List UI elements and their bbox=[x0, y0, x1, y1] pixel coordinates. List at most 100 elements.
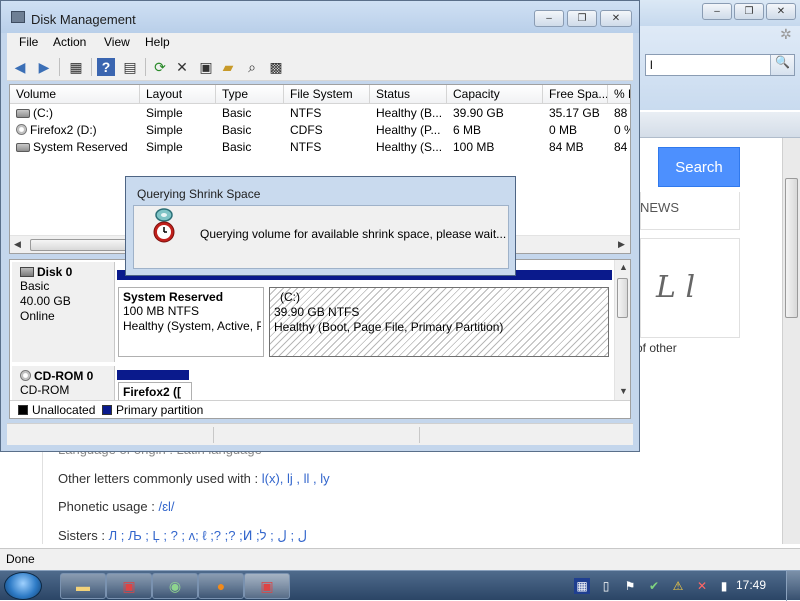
scroll-right-arrow-icon[interactable]: ▶ bbox=[618, 239, 625, 250]
language-icon[interactable]: ▦ bbox=[574, 578, 590, 594]
show-pane-icon[interactable]: ▤ bbox=[121, 58, 139, 76]
volume-name: Firefox2 (D:) bbox=[30, 123, 97, 137]
search-icon[interactable]: 🔍 bbox=[770, 55, 794, 75]
table-row[interactable]: Firefox2 (D:) Simple Basic CDFS Healthy … bbox=[10, 122, 630, 139]
properties-icon[interactable]: ▣ bbox=[197, 58, 215, 76]
toolbar-separator bbox=[145, 58, 146, 76]
cell-status: Healthy (P... bbox=[376, 123, 441, 137]
settings-icon[interactable]: ▩ bbox=[267, 58, 285, 76]
menu-file[interactable]: File bbox=[19, 35, 38, 49]
column-header-volume[interactable]: Volume bbox=[10, 85, 140, 104]
menu-help[interactable]: Help bbox=[145, 35, 170, 49]
taskbar-network-button[interactable]: ◉ bbox=[152, 573, 198, 599]
disk-management-icon bbox=[11, 11, 25, 23]
info-value[interactable]: l(x), lj , ll , ly bbox=[262, 471, 330, 486]
help-icon[interactable]: ? bbox=[97, 58, 115, 76]
document-icon[interactable]: ▯ bbox=[598, 578, 614, 594]
taskbar-explorer-button[interactable]: ▬ bbox=[60, 573, 106, 599]
console-tree-icon[interactable]: ▦ bbox=[67, 58, 85, 76]
partition-c[interactable]: (C:) 39.90 GB NTFS Healthy (Boot, Page F… bbox=[269, 287, 609, 357]
cd-rom-header-bar bbox=[117, 370, 189, 380]
dm-title: Disk Management bbox=[31, 12, 136, 27]
column-header-percent-free[interactable]: % F bbox=[608, 85, 630, 104]
cd-rom-0-label[interactable]: CD-ROM 0 CD-ROM bbox=[12, 366, 115, 402]
delete-icon[interactable]: ✕ bbox=[173, 58, 191, 76]
dm-titlebar[interactable]: Disk Management – ❐ ✕ bbox=[1, 1, 639, 33]
legend-swatch-primary bbox=[102, 405, 112, 415]
scroll-down-arrow-icon[interactable]: ▼ bbox=[619, 386, 628, 396]
info-label: Sisters : bbox=[58, 528, 109, 543]
volume-list-header: Volume Layout Type File System Status Ca… bbox=[10, 85, 630, 104]
loading-icon: ✲ bbox=[780, 26, 792, 42]
dm-minimize-button[interactable]: – bbox=[534, 10, 564, 27]
start-button[interactable] bbox=[4, 572, 42, 600]
legend-label-unallocated: Unallocated bbox=[32, 403, 96, 417]
forward-arrow-icon[interactable]: ▶ bbox=[35, 58, 53, 76]
drive-icon bbox=[16, 143, 30, 152]
partition-system-reserved[interactable]: System Reserved 100 MB NTFS Healthy (Sys… bbox=[118, 287, 264, 357]
column-header-free-space[interactable]: Free Spa... bbox=[543, 85, 608, 104]
flag-icon[interactable]: ⚑ bbox=[622, 578, 638, 594]
info-value[interactable]: Л ; Љ ; Ļ ; ? ; ʌ; ℓ ;? ;? ;ⵍ ;ﻝ ; ل ; ל bbox=[109, 528, 308, 543]
open-folder-icon[interactable]: ▰ bbox=[219, 58, 237, 76]
disk-0-type: Basic bbox=[20, 279, 50, 293]
disk-scrollbar-thumb[interactable] bbox=[617, 278, 628, 318]
taskbar-firefox-button[interactable]: ● bbox=[198, 573, 244, 599]
cell-volume: System Reserved bbox=[10, 140, 140, 154]
disk-0-label[interactable]: Disk 0 Basic 40.00 GB Online bbox=[12, 262, 115, 362]
browser-restore-button[interactable]: ❐ bbox=[734, 3, 764, 20]
disk-name-text: Disk 0 bbox=[37, 265, 73, 279]
cell-type: Basic bbox=[222, 140, 252, 154]
browser-scrollbar-thumb[interactable] bbox=[785, 178, 798, 318]
search-button[interactable]: Search bbox=[658, 147, 740, 187]
scroll-left-arrow-icon[interactable]: ◀ bbox=[14, 239, 21, 250]
partition-name: System Reserved bbox=[123, 290, 224, 304]
disk-icon bbox=[20, 267, 34, 277]
cell-free-space: 84 MB bbox=[549, 140, 584, 154]
browser-close-button[interactable]: ✕ bbox=[766, 3, 796, 20]
table-row[interactable]: System Reserved Simple Basic NTFS Health… bbox=[10, 139, 630, 156]
cell-capacity: 39.90 GB bbox=[453, 106, 504, 120]
taskbar-disk-management-button[interactable]: ▣ bbox=[244, 573, 290, 599]
security-shield-icon[interactable]: ✔ bbox=[646, 578, 662, 594]
table-row[interactable]: (C:) Simple Basic NTFS Healthy (B... 39.… bbox=[10, 105, 630, 122]
search-icon[interactable]: ⌕ bbox=[243, 58, 261, 76]
menu-view[interactable]: View bbox=[104, 35, 130, 49]
show-desktop-button[interactable] bbox=[786, 571, 800, 601]
column-header-file-system[interactable]: File System bbox=[284, 85, 370, 104]
dm-menubar: File Action View Help bbox=[7, 33, 633, 53]
cell-status: Healthy (B... bbox=[376, 106, 443, 120]
browser-scrollbar[interactable] bbox=[782, 138, 800, 544]
column-header-layout[interactable]: Layout bbox=[140, 85, 216, 104]
volume-name: System Reserved bbox=[33, 140, 128, 154]
disk-vertical-scrollbar[interactable]: ▲ ▼ bbox=[614, 260, 630, 400]
column-header-type[interactable]: Type bbox=[216, 85, 284, 104]
dm-toolbar: ◀ ▶ ▦ ? ▤ ⟳ ✕ ▣ ▰ ⌕ ▩ bbox=[7, 53, 633, 81]
partition-name: (C:) bbox=[280, 290, 300, 304]
column-header-status[interactable]: Status bbox=[370, 85, 447, 104]
news-link[interactable]: NEWS bbox=[640, 200, 679, 215]
browser-address-bar[interactable]: l 🔍 bbox=[645, 54, 795, 76]
cell-layout: Simple bbox=[146, 106, 183, 120]
querying-shrink-space-dialog: Querying Shrink Space Querying volume fo… bbox=[125, 176, 516, 276]
cd-rom-0-type: CD-ROM bbox=[20, 383, 70, 397]
firefox-icon: ● bbox=[216, 578, 226, 594]
taskbar-toolbox-button[interactable]: ▣ bbox=[106, 573, 152, 599]
dm-close-button[interactable]: ✕ bbox=[600, 10, 632, 27]
column-header-capacity[interactable]: Capacity bbox=[447, 85, 543, 104]
browser-minimize-button[interactable]: – bbox=[702, 3, 732, 20]
clock[interactable]: 17:49 bbox=[736, 578, 766, 592]
warning-icon[interactable]: ⚠ bbox=[670, 578, 686, 594]
refresh-icon[interactable]: ⟳ bbox=[151, 58, 169, 76]
dm-maximize-button[interactable]: ❐ bbox=[567, 10, 597, 27]
scroll-up-arrow-icon[interactable]: ▲ bbox=[619, 262, 628, 272]
cell-free-space: 0 MB bbox=[549, 123, 578, 137]
info-line-phonetic: Phonetic usage : /ɛl/ bbox=[58, 499, 175, 514]
partition-status: Healthy (System, Active, P bbox=[123, 319, 261, 333]
back-arrow-icon[interactable]: ◀ bbox=[11, 58, 29, 76]
network-tray-icon[interactable]: ▮ bbox=[716, 578, 732, 594]
volume-muted-icon[interactable]: ✕ bbox=[694, 578, 710, 594]
menu-action[interactable]: Action bbox=[53, 35, 86, 49]
info-value[interactable]: /ɛl/ bbox=[158, 499, 174, 514]
info-label: Phonetic usage : bbox=[58, 499, 159, 514]
